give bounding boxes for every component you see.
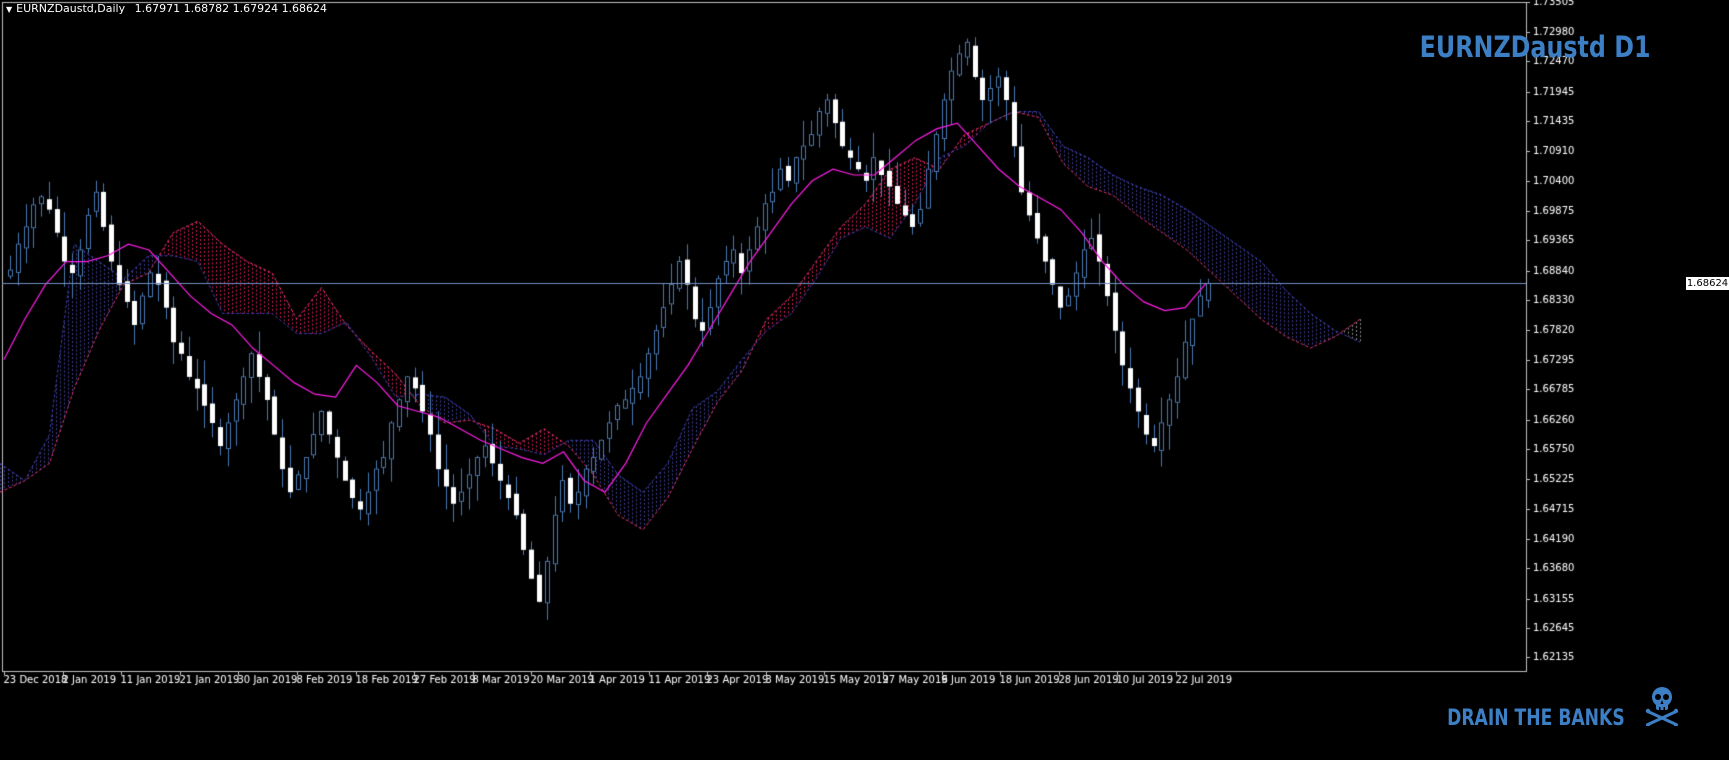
symbol-watermark: EURNZDaustd D1 [1420, 30, 1651, 64]
symbol-label: EURNZDaustd,Daily [16, 2, 126, 15]
dropdown-triangle-icon[interactable]: ▼ [6, 5, 12, 14]
footer-slogan: DRAIN THE BANKS [1447, 706, 1625, 731]
chart-header: ▼ EURNZDaustd,Daily 1.67971 1.68782 1.679… [6, 2, 327, 15]
current-price-label: 1.68624 [1686, 277, 1729, 290]
skull-crossbones-icon [1645, 687, 1679, 726]
candlestick-chart[interactable] [0, 0, 1729, 760]
ohlc-values: 1.67971 1.68782 1.67924 1.68624 [134, 2, 328, 15]
